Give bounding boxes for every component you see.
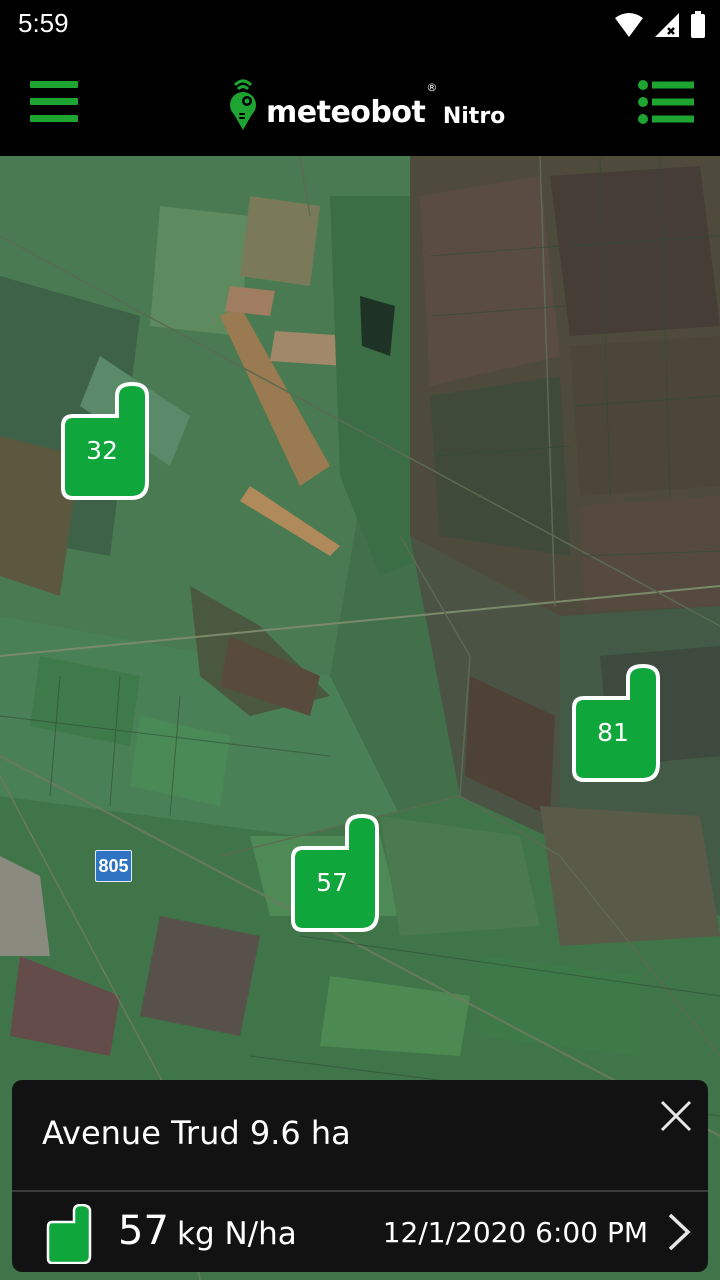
nitrogen-unit: kg N/ha — [177, 1216, 297, 1252]
road-number-label: 805 — [95, 850, 132, 882]
field-marker-57[interactable]: 57 — [289, 812, 381, 934]
thumb-icon — [46, 1203, 92, 1265]
signal-icon — [655, 13, 679, 37]
status-bar: 5:59 — [0, 0, 720, 50]
meteobot-logo-icon — [230, 79, 256, 130]
field-info-card[interactable]: Avenue Trud 9.6 ha 57 kg N/ha 12/1/2020 … — [12, 1080, 708, 1272]
card-divider — [12, 1190, 708, 1192]
status-icons — [614, 8, 706, 42]
status-time: 5:59 — [18, 8, 69, 38]
battery-icon — [691, 11, 705, 38]
field-marker-81[interactable]: 81 — [570, 662, 662, 784]
wifi-icon — [615, 13, 643, 37]
measurement-datetime: 12/1/2020 6:00 PM — [382, 1216, 648, 1249]
hamburger-menu-icon[interactable] — [30, 81, 78, 123]
marker-value: 32 — [86, 436, 118, 465]
list-view-icon[interactable] — [638, 80, 694, 124]
app-logo: meteobot® Nitro — [226, 72, 505, 132]
marker-value: 81 — [597, 718, 629, 747]
close-icon[interactable] — [656, 1096, 696, 1136]
nitrogen-value: 57 — [118, 1208, 169, 1254]
app-bar: meteobot® Nitro — [0, 50, 720, 156]
brand-name: meteobot® — [266, 81, 437, 130]
chevron-right-icon[interactable] — [666, 1212, 692, 1252]
marker-value: 57 — [316, 868, 348, 897]
field-title: Avenue Trud 9.6 ha — [42, 1114, 351, 1152]
field-marker-32[interactable]: 32 — [59, 380, 151, 502]
product-name: Nitro — [442, 104, 506, 129]
